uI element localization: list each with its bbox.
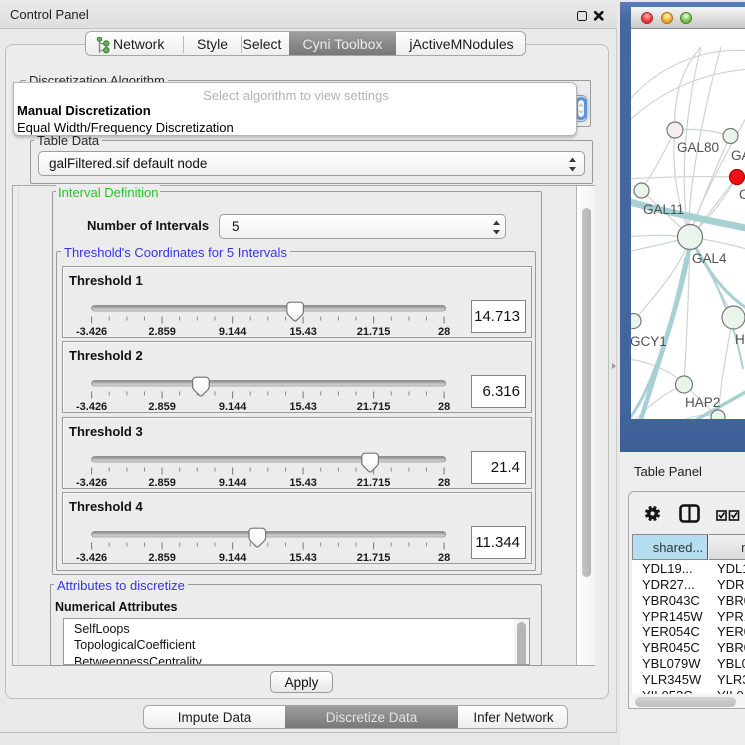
svg-text:15.43: 15.43 xyxy=(289,477,317,489)
svg-text:9.144: 9.144 xyxy=(219,401,247,413)
svg-text:2.859: 2.859 xyxy=(148,477,176,489)
svg-text:15.43: 15.43 xyxy=(289,401,317,413)
svg-text:HAP2: HAP2 xyxy=(685,395,720,410)
svg-text:9.144: 9.144 xyxy=(219,326,247,338)
svg-text:H: H xyxy=(735,332,745,347)
svg-text:-3.426: -3.426 xyxy=(76,477,107,489)
svg-text:15.43: 15.43 xyxy=(289,552,317,564)
svg-text:28: 28 xyxy=(438,326,450,338)
svg-text:GA: GA xyxy=(731,148,745,163)
svg-text:15.43: 15.43 xyxy=(289,326,317,338)
svg-text:2.859: 2.859 xyxy=(148,552,176,564)
svg-text:28: 28 xyxy=(438,477,450,489)
svg-text:21.715: 21.715 xyxy=(357,401,391,413)
svg-text:2.859: 2.859 xyxy=(148,401,176,413)
svg-text:2.859: 2.859 xyxy=(148,326,176,338)
svg-text:GAL4: GAL4 xyxy=(692,251,727,266)
svg-text:GAL80: GAL80 xyxy=(677,140,719,155)
svg-text:28: 28 xyxy=(438,552,450,564)
svg-text:21.715: 21.715 xyxy=(357,477,391,489)
svg-text:9.144: 9.144 xyxy=(219,477,247,489)
svg-text:C: C xyxy=(739,187,745,202)
svg-text:9.144: 9.144 xyxy=(219,552,247,564)
svg-text:21.715: 21.715 xyxy=(357,552,391,564)
svg-text:28: 28 xyxy=(438,401,450,413)
svg-text:GAL11: GAL11 xyxy=(643,202,684,217)
svg-text:21.715: 21.715 xyxy=(357,326,391,338)
svg-text:GCY1: GCY1 xyxy=(631,334,667,349)
svg-text:-3.426: -3.426 xyxy=(76,401,107,413)
svg-text:-3.426: -3.426 xyxy=(76,326,107,338)
svg-text:-3.426: -3.426 xyxy=(76,552,107,564)
